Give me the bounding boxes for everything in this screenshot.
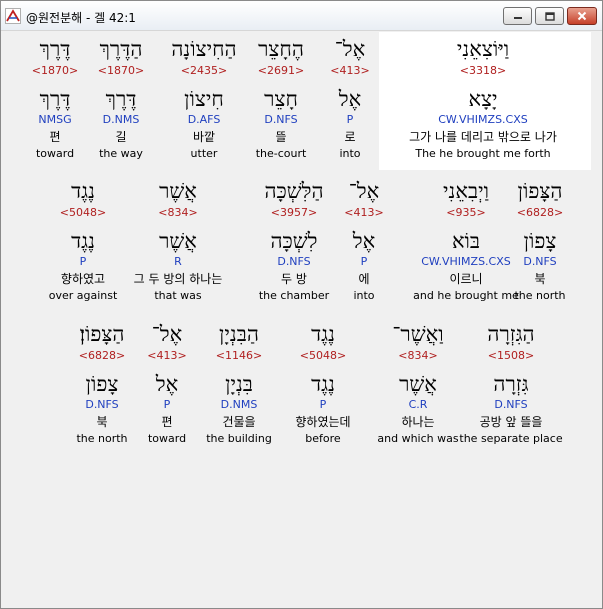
lexical-form: דֶּרֶךְ	[39, 87, 71, 111]
minimize-button[interactable]	[503, 7, 532, 25]
main-window: @원전분해 - 겔 42:1 וַיּוֹצִאֵנִי <3318> יָצָא C…	[0, 0, 603, 609]
lexical-form: נֶגֶד	[71, 229, 95, 253]
interlinear-app-icon	[5, 8, 21, 24]
minimize-icon	[513, 17, 522, 19]
word-block[interactable]: דֶּרֶךְ <1870> דֶּרֶךְ NMSG 편 toward	[0, 36, 165, 161]
morphology-code: D.NFS	[85, 398, 119, 411]
strong-number: <6828>	[78, 349, 126, 362]
morphology-code: P	[79, 255, 87, 268]
hebrew-word: הַצָּפוֹן׃	[79, 322, 125, 346]
window-title: @원전분해 - 겔 42:1	[26, 11, 136, 25]
lexical-form: צָפוֹן	[85, 372, 119, 396]
interlinear-view[interactable]: וַיּוֹצִאֵנִי <3318> יָצָא CW.VHIMZS.CXS 그가 …	[5, 32, 598, 606]
strong-number: <5048>	[59, 206, 107, 219]
close-icon	[577, 11, 587, 21]
morphology-code: NMSG	[38, 113, 72, 126]
hebrew-word: נֶגֶד	[71, 179, 95, 203]
close-button[interactable]	[567, 7, 597, 25]
hebrew-word: דֶּרֶךְ	[39, 37, 71, 61]
maximize-icon	[544, 11, 555, 21]
english-gloss: toward	[35, 147, 75, 160]
maximize-button[interactable]	[535, 7, 564, 25]
korean-gloss: 향하였고	[60, 272, 106, 286]
strong-number: <1870>	[31, 64, 79, 77]
korean-gloss: 편	[49, 130, 61, 144]
word-block[interactable]: נֶגֶד <5048> נֶגֶד P 향하였고 over against	[0, 178, 193, 303]
word-block[interactable]: הַצָּפוֹן׃ <6828> צָפוֹן D.NFS 북 the north	[0, 321, 212, 446]
korean-gloss: 북	[96, 415, 108, 429]
english-gloss: over against	[48, 289, 118, 302]
title-bar[interactable]: @원전분해 - 겔 42:1	[1, 1, 602, 31]
english-gloss: the north	[76, 432, 128, 445]
